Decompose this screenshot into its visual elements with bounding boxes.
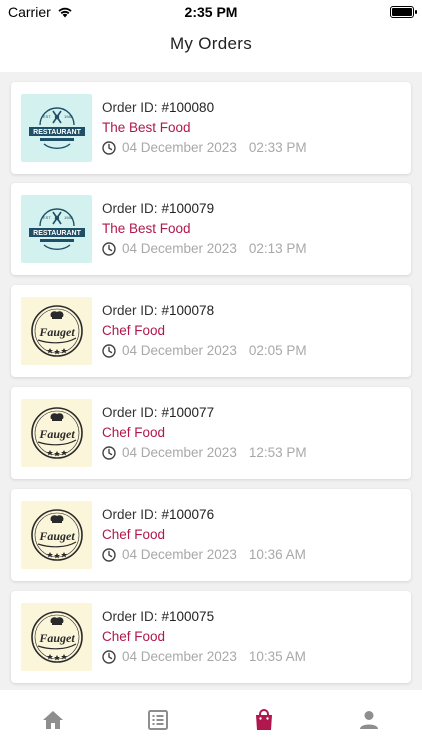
order-id-line: Order ID: #100080 (102, 100, 214, 115)
svg-text:RESTAURANT: RESTAURANT (33, 129, 81, 136)
wifi-icon (58, 7, 72, 18)
order-id-label: Order ID: (102, 609, 158, 624)
order-id-label: Order ID: (102, 201, 158, 216)
order-datetime: 04 December 2023 02:33 PM (102, 140, 307, 155)
order-id-label: Order ID: (102, 507, 158, 522)
order-id-value: #100078 (161, 303, 215, 318)
fauget-logo-icon: Fauget (30, 305, 83, 357)
tab-profile[interactable] (339, 698, 399, 742)
order-time: 02:13 PM (248, 241, 307, 256)
svg-text:EST: EST (43, 114, 51, 119)
shop-logo: Fauget (21, 603, 92, 671)
order-time: 10:36 AM (248, 547, 306, 562)
shop-name: Chef Food (102, 527, 166, 542)
order-card[interactable]: Fauget Order ID: #100075 Chef Food 04 Dec… (11, 591, 411, 683)
shop-logo: Fauget (21, 297, 92, 365)
svg-text:Fauget: Fauget (38, 325, 75, 339)
order-id-value: #100080 (161, 100, 215, 115)
clock-icon (102, 140, 116, 155)
order-datetime: 04 December 2023 10:36 AM (102, 547, 306, 562)
restaurant-logo-icon: EST 1985 RESTAURANT (28, 208, 85, 250)
status-bar: Carrier 2:35 PM (0, 0, 422, 24)
tab-home[interactable] (23, 698, 83, 742)
order-date: 04 December 2023 (122, 241, 237, 256)
shop-name: Chef Food (102, 425, 166, 440)
shop-logo: Fauget (21, 399, 92, 467)
order-card[interactable]: Fauget Order ID: #100077 Chef Food 04 Dec… (11, 387, 411, 479)
order-date: 04 December 2023 (122, 140, 237, 155)
clock-icon (102, 649, 116, 664)
svg-text:EST: EST (43, 215, 51, 220)
order-id-value: #100077 (161, 405, 215, 420)
clock-icon (102, 547, 116, 562)
restaurant-logo-icon: EST 1985 RESTAURANT (28, 107, 85, 149)
order-id-label: Order ID: (102, 303, 158, 318)
shop-logo: EST 1985 RESTAURANT (21, 195, 92, 263)
shop-name: Chef Food (102, 323, 166, 338)
order-id-line: Order ID: #100075 (102, 609, 214, 624)
svg-text:Fauget: Fauget (38, 427, 75, 441)
order-id-value: #100076 (161, 507, 215, 522)
shop-logo: Fauget (21, 501, 92, 569)
home-icon (42, 711, 63, 729)
order-id-value: #100075 (161, 609, 215, 624)
tab-orders-list[interactable] (128, 698, 188, 742)
order-date: 04 December 2023 (122, 547, 237, 562)
tab-my-orders[interactable] (234, 698, 294, 742)
shopping-bag-icon (255, 709, 272, 730)
order-id-line: Order ID: #100078 (102, 303, 214, 318)
shop-name: The Best Food (102, 120, 191, 135)
page-title: My Orders (169, 34, 253, 53)
battery-icon (390, 6, 417, 18)
carrier-label: Carrier (8, 4, 51, 20)
svg-text:RESTAURANT: RESTAURANT (33, 230, 81, 237)
order-time: 10:35 AM (248, 649, 306, 664)
order-card[interactable]: Fauget Order ID: #100078 Chef Food 04 Dec… (11, 285, 411, 377)
svg-text:1985: 1985 (64, 215, 74, 220)
orders-list[interactable]: EST 1985 RESTAURANT Order ID: #100080 The… (0, 72, 422, 690)
order-id-line: Order ID: #100077 (102, 405, 214, 420)
order-id-value: #100079 (161, 201, 215, 216)
svg-text:Fauget: Fauget (38, 529, 75, 543)
order-id-line: Order ID: #100079 (102, 201, 214, 216)
order-datetime: 04 December 2023 10:35 AM (102, 649, 306, 664)
order-card[interactable]: EST 1985 RESTAURANT Order ID: #100079 The… (11, 183, 411, 275)
order-date: 04 December 2023 (122, 445, 237, 460)
list-icon (148, 710, 169, 730)
order-datetime: 04 December 2023 12:53 PM (102, 445, 307, 460)
order-id-label: Order ID: (102, 100, 158, 115)
order-time: 12:53 PM (248, 445, 307, 460)
order-card[interactable]: Fauget Order ID: #100076 Chef Food 04 Dec… (11, 489, 411, 581)
order-id-line: Order ID: #100076 (102, 507, 214, 522)
order-datetime: 04 December 2023 02:13 PM (102, 241, 307, 256)
order-id-label: Order ID: (102, 405, 158, 420)
clock-icon (102, 241, 116, 256)
fauget-logo-icon: Fauget (30, 509, 83, 561)
shop-logo: EST 1985 RESTAURANT (21, 94, 92, 162)
order-datetime: 04 December 2023 02:05 PM (102, 343, 307, 358)
clock-icon (102, 445, 116, 460)
fauget-logo-icon: Fauget (30, 611, 83, 663)
order-time: 02:05 PM (248, 343, 307, 358)
fauget-logo-icon: Fauget (30, 407, 83, 459)
svg-text:1985: 1985 (64, 114, 74, 119)
profile-icon (360, 711, 379, 729)
svg-text:Fauget: Fauget (38, 631, 75, 645)
order-date: 04 December 2023 (122, 649, 237, 664)
order-card[interactable]: EST 1985 RESTAURANT Order ID: #100080 The… (11, 82, 411, 174)
tab-bar (0, 690, 422, 750)
clock-icon (102, 343, 116, 358)
order-time: 02:33 PM (248, 140, 307, 155)
order-date: 04 December 2023 (122, 343, 237, 358)
shop-name: The Best Food (102, 221, 191, 236)
shop-name: Chef Food (102, 629, 166, 644)
